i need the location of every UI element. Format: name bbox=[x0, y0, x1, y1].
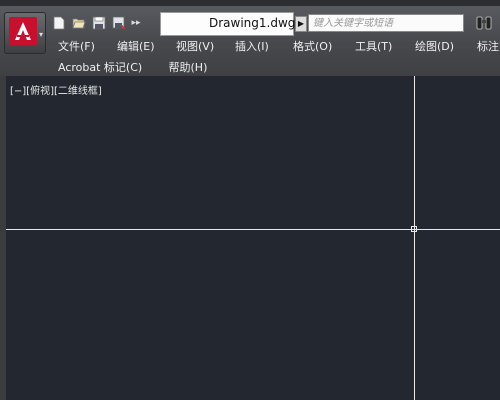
save-as-icon bbox=[112, 16, 126, 30]
new-icon bbox=[53, 16, 64, 30]
save-icon bbox=[92, 16, 105, 30]
save-button[interactable] bbox=[90, 15, 107, 32]
menu-acrobat[interactable]: Acrobat 标记(C) bbox=[58, 59, 165, 75]
menu-edit[interactable]: 编辑(E) bbox=[117, 38, 176, 54]
search-input[interactable]: 键入关键字或短语 bbox=[308, 14, 464, 32]
binoculars-icon[interactable] bbox=[475, 14, 493, 32]
menu-insert[interactable]: 插入(I) bbox=[235, 38, 293, 54]
quick-access-toolbar: ▸▸ bbox=[50, 13, 142, 33]
open-icon bbox=[71, 18, 86, 29]
autocad-logo-icon bbox=[9, 17, 37, 45]
document-title-box: Drawing1.dwg bbox=[160, 12, 296, 36]
menu-file[interactable]: 文件(F) bbox=[58, 38, 117, 54]
menu-draw[interactable]: 绘图(D) bbox=[415, 38, 477, 54]
menu-format[interactable]: 格式(O) bbox=[293, 38, 355, 54]
menu-help[interactable]: 帮助(H) bbox=[169, 61, 208, 74]
cursor-pickbox bbox=[411, 226, 417, 232]
new-button[interactable] bbox=[50, 15, 67, 32]
menu-bar-row-1: 文件(F) 编辑(E) 视图(V) 插入(I) 格式(O) 工具(T) 绘图(D… bbox=[58, 38, 499, 54]
crosshair-vertical bbox=[414, 76, 415, 400]
title-bar: ▾ ▸▸ Drawing1.dwg ▶ 键入关键字或短语 文件(F) 编辑(E)… bbox=[0, 0, 500, 76]
open-button[interactable] bbox=[70, 15, 87, 32]
drawing-viewport[interactable] bbox=[6, 76, 500, 400]
save-as-button[interactable] bbox=[110, 15, 127, 32]
menu-dimension[interactable]: 标注 bbox=[477, 38, 499, 54]
menu-bar-row-2: Acrobat 标记(C) 帮助(H) bbox=[58, 59, 207, 75]
more-icon[interactable]: ▸▸ bbox=[130, 18, 142, 28]
menu-view[interactable]: 视图(V) bbox=[176, 38, 235, 54]
top-strip bbox=[0, 0, 500, 6]
chevron-right-icon[interactable]: ▶ bbox=[295, 16, 307, 32]
crosshair-horizontal bbox=[6, 229, 500, 230]
document-title: Drawing1.dwg bbox=[209, 16, 296, 30]
menu-tools[interactable]: 工具(T) bbox=[355, 38, 415, 54]
application-menu-button[interactable]: ▾ bbox=[4, 12, 46, 54]
viewport-controls[interactable]: [−][俯视][二维线框] bbox=[10, 82, 102, 97]
chevron-down-icon: ▾ bbox=[38, 30, 43, 39]
